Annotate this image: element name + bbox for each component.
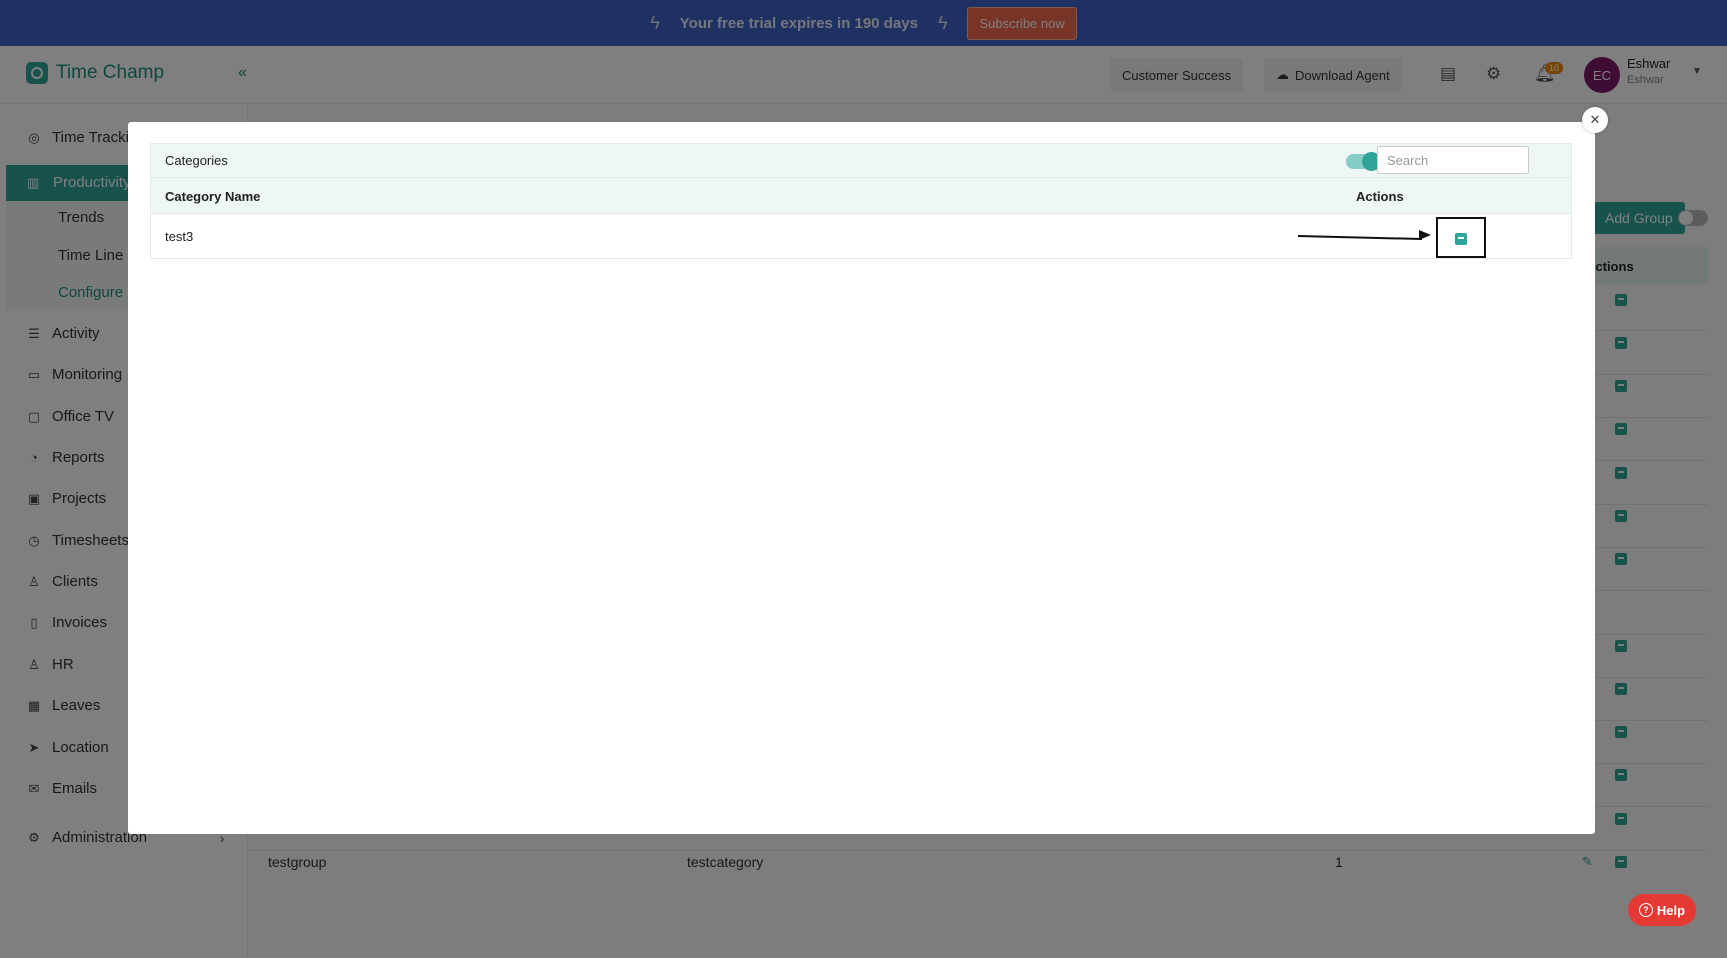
modal-title: Categories <box>165 153 228 168</box>
categories-toggle[interactable] <box>1346 152 1381 171</box>
category-name-column-header: Category Name <box>165 189 261 204</box>
help-label: Help <box>1656 902 1686 918</box>
categories-modal: Categories Category Name Actions test3 <box>128 122 1595 834</box>
categories-table-header: Category Name Actions <box>151 178 1571 214</box>
close-icon[interactable]: ✕ <box>1582 107 1608 133</box>
categories-card-header: Categories <box>151 144 1571 178</box>
actions-column-header: Actions <box>1356 189 1404 204</box>
annotation-highlight-box <box>1436 217 1486 258</box>
delete-icon[interactable] <box>1455 233 1467 245</box>
annotation-arrow-head <box>1419 230 1431 240</box>
search-input[interactable] <box>1377 146 1529 174</box>
category-name-cell: test3 <box>165 229 194 244</box>
categories-card: Categories Category Name Actions test3 <box>150 143 1572 259</box>
question-icon: ? <box>1638 903 1653 917</box>
help-button[interactable]: ? Help <box>1628 894 1696 926</box>
